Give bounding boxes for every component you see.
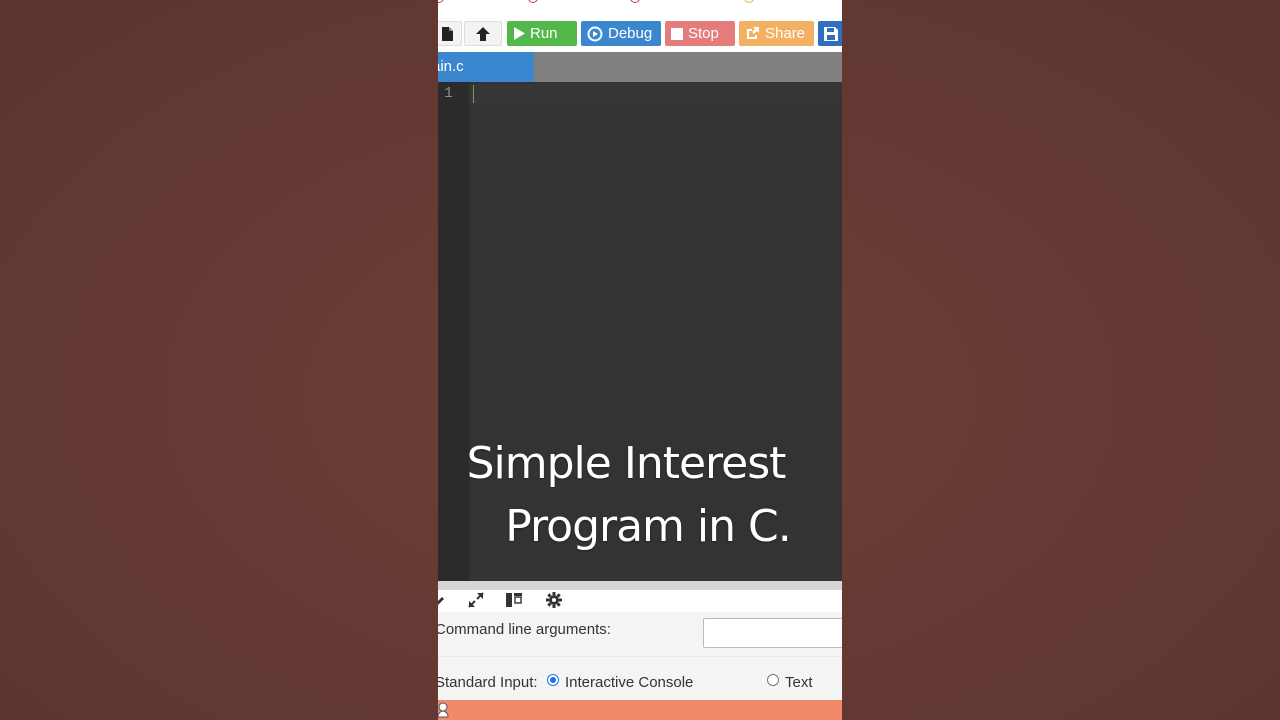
text-input-radio[interactable] [767, 674, 779, 686]
toolbar: Run Debug Stop Share [438, 16, 842, 52]
active-line-highlight [469, 84, 842, 104]
play-icon [514, 27, 525, 40]
console-status-bar [438, 700, 842, 720]
pencil-icon[interactable] [438, 591, 444, 609]
caption-line-1: Simple Interest [466, 438, 787, 489]
menu-dot-icon [528, 0, 538, 3]
upload-button[interactable] [464, 21, 502, 46]
stop-label: Stop [688, 25, 719, 42]
command-args-label: Command line arguments: [438, 621, 611, 638]
share-icon [747, 27, 759, 39]
debug-icon [587, 26, 603, 41]
debug-button[interactable]: Debug [581, 21, 661, 46]
line-number: 1 [444, 85, 454, 102]
top-menu-item[interactable] [744, 0, 760, 6]
gear-icon[interactable] [545, 591, 563, 609]
command-args-row: Command line arguments: [438, 612, 842, 656]
top-menu-item[interactable] [630, 0, 646, 6]
stop-button[interactable]: Stop [665, 21, 735, 46]
standard-input-row: Standard Input: Interactive Console Text [438, 656, 842, 700]
run-label: Run [530, 25, 558, 42]
standard-input-label: Standard Input: [438, 674, 538, 691]
menu-dot-icon [438, 0, 444, 3]
console-icon-bar [438, 590, 842, 612]
top-menu-item[interactable] [438, 0, 450, 6]
upload-icon [476, 26, 490, 41]
app-viewport: Run Debug Stop Share ain.c 1 Simple In [438, 0, 842, 720]
share-button[interactable]: Share [739, 21, 814, 46]
layout-icon[interactable] [505, 591, 523, 609]
menu-dot-icon [744, 0, 754, 3]
top-menu [438, 0, 842, 16]
command-args-input[interactable] [703, 618, 842, 648]
save-button[interactable] [818, 21, 842, 46]
stop-icon [671, 27, 683, 40]
panel-splitter[interactable] [438, 581, 842, 590]
file-tab-main[interactable]: ain.c [438, 52, 534, 82]
save-icon [824, 26, 838, 41]
new-file-button[interactable] [438, 21, 462, 46]
file-tab-bar: ain.c [438, 52, 842, 82]
share-label: Share [765, 25, 806, 42]
run-button[interactable]: Run [507, 21, 577, 46]
menu-dot-icon [630, 0, 640, 3]
interactive-console-label: Interactive Console [565, 674, 694, 691]
interactive-console-radio[interactable] [547, 674, 559, 686]
caption-line-2: Program in C. [505, 501, 791, 552]
top-menu-item[interactable] [528, 0, 544, 6]
file-icon [442, 26, 453, 41]
file-tab-label: ain.c [438, 58, 464, 75]
text-input-label: Text [785, 674, 813, 691]
expand-icon[interactable] [467, 591, 485, 609]
debug-label: Debug [608, 25, 653, 42]
text-cursor [473, 85, 474, 103]
user-icon[interactable] [438, 702, 450, 718]
